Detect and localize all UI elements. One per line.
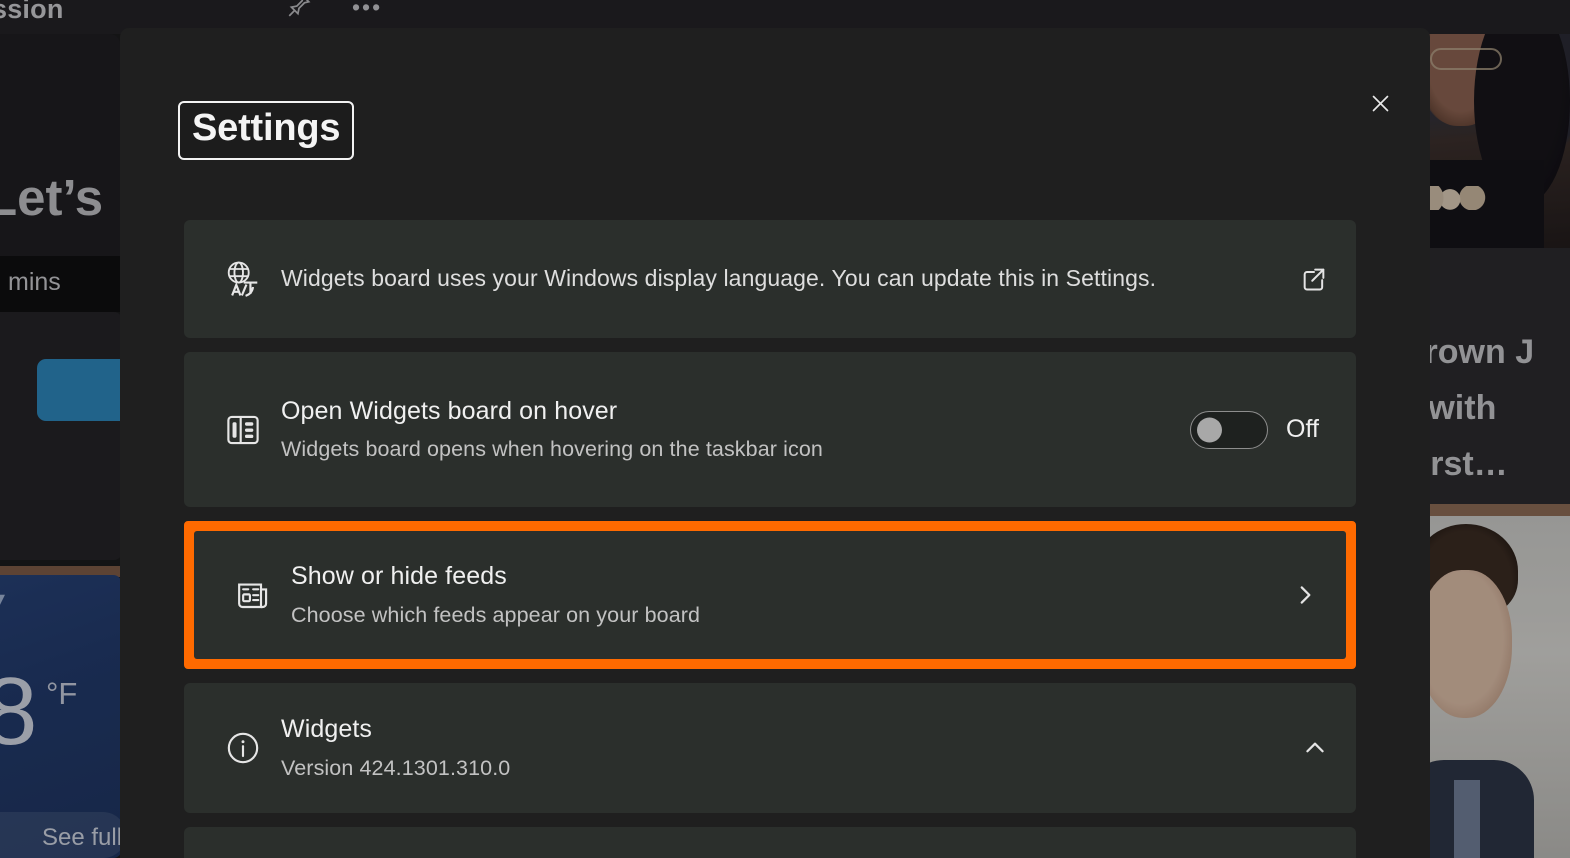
widgets-version-subtitle: Version 424.1301.310.0	[281, 755, 511, 780]
page-title-focus-ring: Settings	[178, 101, 355, 160]
widgets-version-title: Widgets	[281, 715, 373, 744]
settings-dialog: Settings Widgets board uses your Windows…	[120, 28, 1430, 858]
open-on-hover-toggle[interactable]	[1190, 410, 1268, 449]
screen: mins Let’s ▾ 8 °F See full Brown J s wit…	[0, 0, 1570, 858]
settings-list: Widgets board uses your Windows display …	[184, 220, 1356, 858]
setting-row-open-on-hover[interactable]: Open Widgets board on hover Widgets boar…	[184, 352, 1356, 507]
close-icon	[1372, 95, 1388, 111]
setting-row-trailing	[1292, 582, 1318, 608]
setting-row-widgets-version[interactable]: Widgets Version 424.1301.310.0	[184, 683, 1356, 813]
show-hide-feeds-title: Show or hide feeds	[291, 562, 507, 591]
setting-row-body: Show or hide feeds Choose which feeds ap…	[282, 560, 1292, 630]
setting-row-show-hide-feeds[interactable]: Show or hide feeds Choose which feeds ap…	[194, 531, 1346, 659]
open-on-hover-subtitle: Widgets board opens when hovering on the…	[281, 437, 823, 462]
highlight-outline: Show or hide feeds Choose which feeds ap…	[184, 521, 1356, 669]
widgets-board-icon	[214, 410, 272, 450]
info-circle-icon	[214, 728, 272, 768]
setting-row-display-language[interactable]: Widgets board uses your Windows display …	[184, 220, 1356, 338]
close-button[interactable]	[1357, 80, 1403, 126]
setting-row-partial[interactable]	[184, 827, 1356, 858]
setting-row-trailing	[1302, 735, 1328, 761]
language-globe-icon	[214, 259, 272, 299]
toggle-state-label: Off	[1286, 415, 1319, 443]
chevron-right-icon[interactable]	[1292, 582, 1318, 608]
setting-row-body: Open Widgets board on hover Widgets boar…	[272, 395, 1190, 465]
setting-row-trailing	[1300, 265, 1328, 293]
external-link-icon[interactable]	[1300, 265, 1328, 293]
toggle-knob	[1197, 417, 1222, 442]
page-title: Settings	[192, 107, 341, 149]
setting-row-body: Widgets Version 424.1301.310.0	[272, 713, 1302, 783]
chevron-up-icon[interactable]	[1302, 735, 1328, 761]
display-language-text: Widgets board uses your Windows display …	[281, 265, 1157, 292]
open-on-hover-title: Open Widgets board on hover	[281, 396, 618, 425]
show-hide-feeds-subtitle: Choose which feeds appear on your board	[291, 602, 701, 627]
feeds-newspaper-icon	[224, 575, 282, 615]
setting-row-body: Widgets board uses your Windows display …	[272, 259, 1300, 299]
setting-row-trailing: Off	[1190, 410, 1328, 449]
